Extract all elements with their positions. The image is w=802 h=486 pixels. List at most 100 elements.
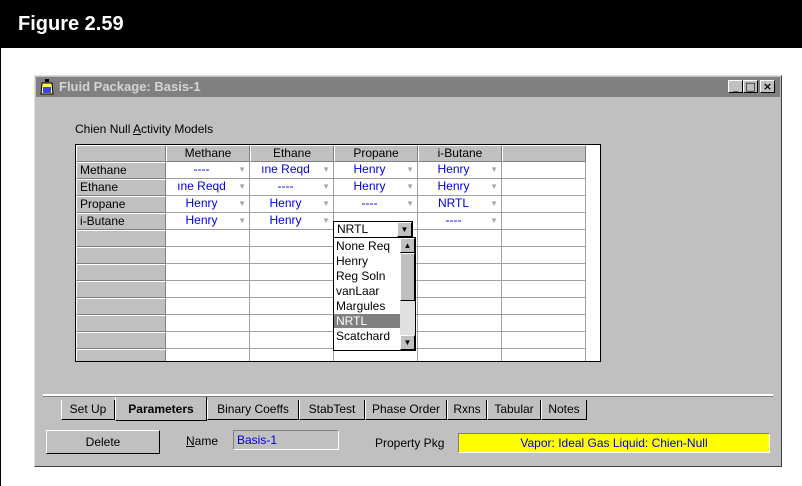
empty-row-header <box>76 264 166 281</box>
dropdown-scrollbar[interactable]: ▲ ▼ <box>400 238 415 350</box>
grid-cell-empty <box>502 213 586 230</box>
delete-button[interactable]: Delete <box>46 430 160 454</box>
scroll-up-button[interactable]: ▲ <box>400 238 415 253</box>
dropdown-arrow-icon: ▼ <box>238 165 246 174</box>
column-header[interactable]: Methane <box>166 145 250 162</box>
close-button[interactable]: × <box>760 80 775 93</box>
maximize-icon: □ <box>745 80 756 93</box>
column-header-empty <box>502 145 586 162</box>
dropdown-option[interactable]: Reg Soln <box>334 269 400 283</box>
tab-notes[interactable]: Notes <box>541 400 587 420</box>
dropdown-arrow-icon: ▼ <box>238 216 246 225</box>
tab-setup[interactable]: Set Up <box>61 400 115 420</box>
empty-row-header <box>76 281 166 298</box>
close-icon: × <box>762 80 773 93</box>
window-title: Fluid Package: Basis-1 <box>59 79 201 94</box>
grid-cell[interactable]: Henry ▼ <box>418 179 502 196</box>
dropdown-arrow-icon: ▼ <box>490 165 498 174</box>
figure-header: Figure 2.59 <box>0 0 802 48</box>
grid-corner-cell <box>76 145 166 162</box>
dropdown-arrow-icon: ▼ <box>400 225 409 234</box>
scroll-down-icon: ▼ <box>403 338 412 347</box>
column-header[interactable]: Propane <box>334 145 418 162</box>
property-pkg-label: Property Pkg <box>375 436 445 450</box>
dropdown-arrow-icon: ▼ <box>238 182 246 191</box>
grid-cell-empty <box>502 179 586 196</box>
row-header[interactable]: Ethane <box>76 179 166 196</box>
grid-cell[interactable]: ---- ▼ <box>166 162 250 179</box>
tab-tabular[interactable]: Tabular <box>487 400 541 420</box>
grid-cell[interactable]: Henry ▼ <box>250 213 334 230</box>
dropdown-option[interactable]: Henry <box>334 254 400 268</box>
tab-stabtest[interactable]: StabTest <box>299 400 365 420</box>
dropdown-option[interactable]: vanLaar <box>334 284 400 298</box>
activity-model-dropdown[interactable]: None Req Henry Reg Soln vanLaar Margules… <box>333 237 416 351</box>
empty-row-header <box>76 349 166 361</box>
dropdown-arrow-icon: ▼ <box>322 199 330 208</box>
empty-row-header <box>76 247 166 264</box>
empty-row-header <box>76 298 166 315</box>
grid-line <box>249 230 250 361</box>
minimize-icon: _ <box>732 80 739 93</box>
grid-cell[interactable]: ıne Reqd ▼ <box>250 162 334 179</box>
active-cell-value: NRTL <box>337 222 369 236</box>
row-header[interactable]: Propane <box>76 196 166 213</box>
tab-parameters[interactable]: Parameters <box>115 397 207 421</box>
row-header[interactable]: i-Butane <box>76 213 166 230</box>
column-header[interactable]: i-Butane <box>418 145 502 162</box>
active-cell-combobox[interactable]: NRTL ▼ <box>333 221 413 238</box>
dropdown-arrow-icon: ▼ <box>322 182 330 191</box>
tab-binary-coeffs[interactable]: Binary Coeffs <box>207 400 299 420</box>
grid-cell[interactable]: ---- ▼ <box>418 213 502 230</box>
dropdown-arrow-icon: ▼ <box>490 216 498 225</box>
scroll-down-button[interactable]: ▼ <box>400 335 415 350</box>
figure-title: Figure 2.59 <box>18 13 124 35</box>
empty-row-header <box>76 332 166 349</box>
tab-rxns[interactable]: Rxns <box>447 400 487 420</box>
tab-phase-order[interactable]: Phase Order <box>365 400 447 420</box>
dropdown-arrow-icon: ▼ <box>406 182 414 191</box>
dropdown-arrow-icon: ▼ <box>238 199 246 208</box>
grid-cell-empty <box>502 196 586 213</box>
window-titlebar[interactable]: Fluid Package: Basis-1 _ □ × <box>36 77 780 97</box>
scroll-up-icon: ▲ <box>403 241 412 250</box>
minimize-button[interactable]: _ <box>728 80 743 93</box>
fluid-package-window: Fluid Package: Basis-1 _ □ × Chien Null … <box>34 75 782 467</box>
dropdown-arrow-icon: ▼ <box>406 165 414 174</box>
column-header[interactable]: Ethane <box>250 145 334 162</box>
row-header[interactable]: Methane <box>76 162 166 179</box>
grid-line <box>417 230 418 361</box>
dropdown-arrow-icon: ▼ <box>322 216 330 225</box>
grid-cell[interactable]: ıne Reqd ▼ <box>166 179 250 196</box>
name-label: Name <box>186 434 219 448</box>
maximize-button[interactable]: □ <box>743 80 758 93</box>
grid-cell-empty <box>502 162 586 179</box>
figure-margin-line <box>0 48 1 486</box>
app-icon <box>40 79 54 95</box>
dropdown-arrow-icon: ▼ <box>490 199 498 208</box>
grid-cell[interactable]: ---- ▼ <box>250 179 334 196</box>
grid-cell[interactable]: Henry ▼ <box>250 196 334 213</box>
scrollbar-thumb[interactable] <box>400 253 415 301</box>
grid-line <box>501 230 502 361</box>
property-pkg-field: Vapor: Ideal Gas Liquid: Chien-Null <box>458 433 770 453</box>
activity-models-label: Chien Null Activity Models <box>75 122 214 136</box>
dropdown-option-selected[interactable]: NRTL <box>334 314 400 328</box>
grid-cell[interactable]: NRTL ▼ <box>418 196 502 213</box>
name-field[interactable]: Basis-1 <box>233 430 339 450</box>
combobox-dropdown-button[interactable]: ▼ <box>397 222 412 237</box>
grid-cell[interactable]: Henry ▼ <box>334 162 418 179</box>
dropdown-arrow-icon: ▼ <box>406 199 414 208</box>
dropdown-arrow-icon: ▼ <box>490 182 498 191</box>
grid-cell[interactable]: Henry ▼ <box>334 179 418 196</box>
dropdown-option[interactable]: Margules <box>334 299 400 313</box>
grid-cell[interactable]: Henry ▼ <box>166 213 250 230</box>
dropdown-option[interactable]: None Req <box>334 239 400 253</box>
grid-cell[interactable]: ---- ▼ <box>334 196 418 213</box>
empty-row-header <box>76 230 166 247</box>
empty-row-header <box>76 315 166 332</box>
dropdown-option[interactable]: Scatchard <box>334 329 400 343</box>
grid-line <box>585 230 586 361</box>
grid-cell[interactable]: Henry ▼ <box>418 162 502 179</box>
grid-cell[interactable]: Henry ▼ <box>166 196 250 213</box>
